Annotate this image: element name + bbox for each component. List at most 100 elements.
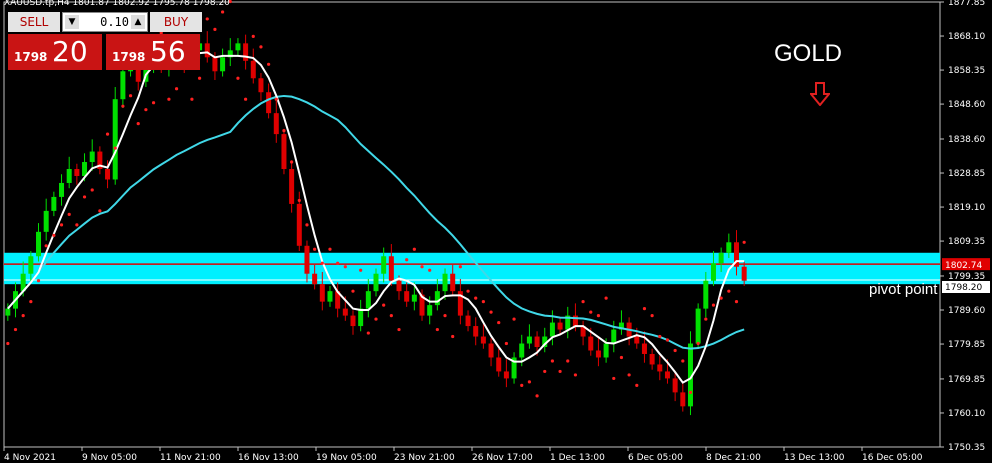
y-tick-label: 1877.85 — [948, 0, 985, 8]
candle-body — [365, 291, 371, 309]
sar-dot — [435, 327, 439, 332]
candle-body — [281, 134, 287, 170]
sar-dot — [405, 258, 409, 262]
sar-dot — [451, 334, 455, 339]
candle-body — [404, 291, 410, 302]
sar-dot — [481, 300, 485, 304]
sar-dot — [328, 247, 332, 251]
x-tick-label: 23 Nov 21:00 — [394, 453, 455, 463]
candle-body — [526, 336, 532, 344]
candle-body — [289, 169, 295, 204]
candle-body — [59, 182, 65, 197]
buy-button[interactable]: BUY — [150, 12, 202, 32]
sar-dot — [612, 376, 616, 381]
lot-decrease-icon[interactable]: ▼ — [65, 15, 79, 29]
sar-dot — [366, 331, 370, 335]
sar-dot — [98, 209, 102, 213]
sar-dot — [251, 34, 255, 38]
candle-body — [503, 371, 509, 379]
sar-dot — [504, 341, 508, 346]
y-tick-label: 1819.10 — [948, 203, 985, 213]
sar-dot — [351, 289, 355, 293]
x-tick-label: 19 Nov 05:00 — [316, 453, 377, 463]
sar-dot — [213, 27, 217, 31]
sar-dot — [543, 369, 547, 374]
sar-dot — [113, 146, 117, 150]
sar-dot — [144, 108, 148, 112]
candle-body — [411, 294, 417, 302]
candle-body — [741, 266, 747, 281]
sar-dot — [82, 195, 87, 199]
sar-dot — [596, 313, 601, 318]
candle-body — [66, 169, 72, 183]
buy-price-button[interactable]: 1798 56 — [106, 34, 200, 70]
bid-price-label: 1802.74 — [945, 261, 982, 271]
x-tick-label: 26 Nov 17:00 — [472, 453, 533, 463]
lot-size-field[interactable]: ▼ 0.10 ▲ — [62, 12, 148, 32]
sar-dot — [489, 310, 493, 314]
sar-dot — [474, 296, 478, 300]
sar-dot — [259, 45, 263, 49]
x-tick-label: 9 Nov 05:00 — [82, 453, 137, 463]
candle-body — [680, 392, 686, 407]
sell-price-prefix: 1798 — [14, 50, 48, 64]
sar-dot — [535, 394, 539, 398]
x-tick-label: 16 Dec 05:00 — [862, 453, 923, 463]
sar-dot — [128, 94, 133, 98]
candle-body — [212, 57, 218, 72]
sar-dot — [696, 341, 700, 346]
x-tick-label: 16 Nov 13:00 — [238, 453, 299, 463]
x-tick-label: 13 Dec 13:00 — [784, 453, 845, 463]
candle-body — [465, 315, 471, 327]
candle-body — [442, 273, 448, 292]
sar-dot — [466, 289, 470, 293]
sar-dot — [704, 317, 708, 321]
candle-body — [672, 378, 678, 393]
candle-body — [611, 329, 617, 344]
candle-body — [296, 203, 302, 246]
candle-body — [649, 353, 655, 365]
sar-dot — [6, 341, 10, 346]
sell-button[interactable]: SELL — [8, 12, 60, 32]
sar-dot — [727, 289, 731, 293]
sar-dot — [734, 300, 739, 304]
candle-body — [434, 291, 440, 306]
sar-dot — [267, 62, 271, 66]
sar-dot — [412, 247, 416, 251]
candle-body — [235, 43, 241, 51]
sar-dot — [174, 87, 179, 91]
x-tick-label: 8 Dec 21:00 — [706, 453, 761, 463]
lot-value[interactable]: 0.10 — [81, 15, 129, 29]
x-tick-label: 1 Dec 13:00 — [550, 453, 605, 463]
candle-body — [695, 308, 701, 344]
candle-body — [588, 336, 594, 351]
sar-dot — [635, 383, 639, 387]
sar-dot — [558, 369, 562, 374]
lot-increase-icon[interactable]: ▲ — [131, 15, 145, 29]
sar-dot — [443, 313, 447, 318]
sar-dot — [566, 359, 570, 363]
sar-dot — [520, 383, 524, 387]
sar-dot — [359, 268, 363, 272]
x-tick-label: 11 Nov 21:00 — [160, 453, 221, 463]
pivot-point-label: pivot point — [869, 281, 938, 298]
candle-body — [603, 343, 609, 358]
sar-dot — [313, 247, 317, 251]
y-tick-label: 1828.85 — [948, 169, 985, 179]
sar-dot — [719, 296, 723, 300]
candle-body — [273, 113, 279, 135]
sar-dot — [681, 359, 685, 363]
sar-dot — [136, 122, 140, 126]
candle-body — [450, 273, 456, 292]
sell-price-button[interactable]: 1798 20 — [8, 34, 102, 70]
y-tick-label: 1779.85 — [948, 340, 985, 350]
y-tick-label: 1868.10 — [948, 32, 985, 42]
sar-dot — [665, 338, 670, 342]
sar-dot — [336, 261, 340, 265]
y-tick-label: 1809.35 — [948, 237, 985, 247]
one-click-trade-panel: SELL ▼ 0.10 ▲ BUY 1798 20 1798 56 — [4, 12, 202, 70]
sar-dot — [420, 265, 424, 269]
sar-dot — [527, 380, 532, 384]
candle-body — [105, 169, 111, 180]
sar-dot — [29, 300, 33, 304]
